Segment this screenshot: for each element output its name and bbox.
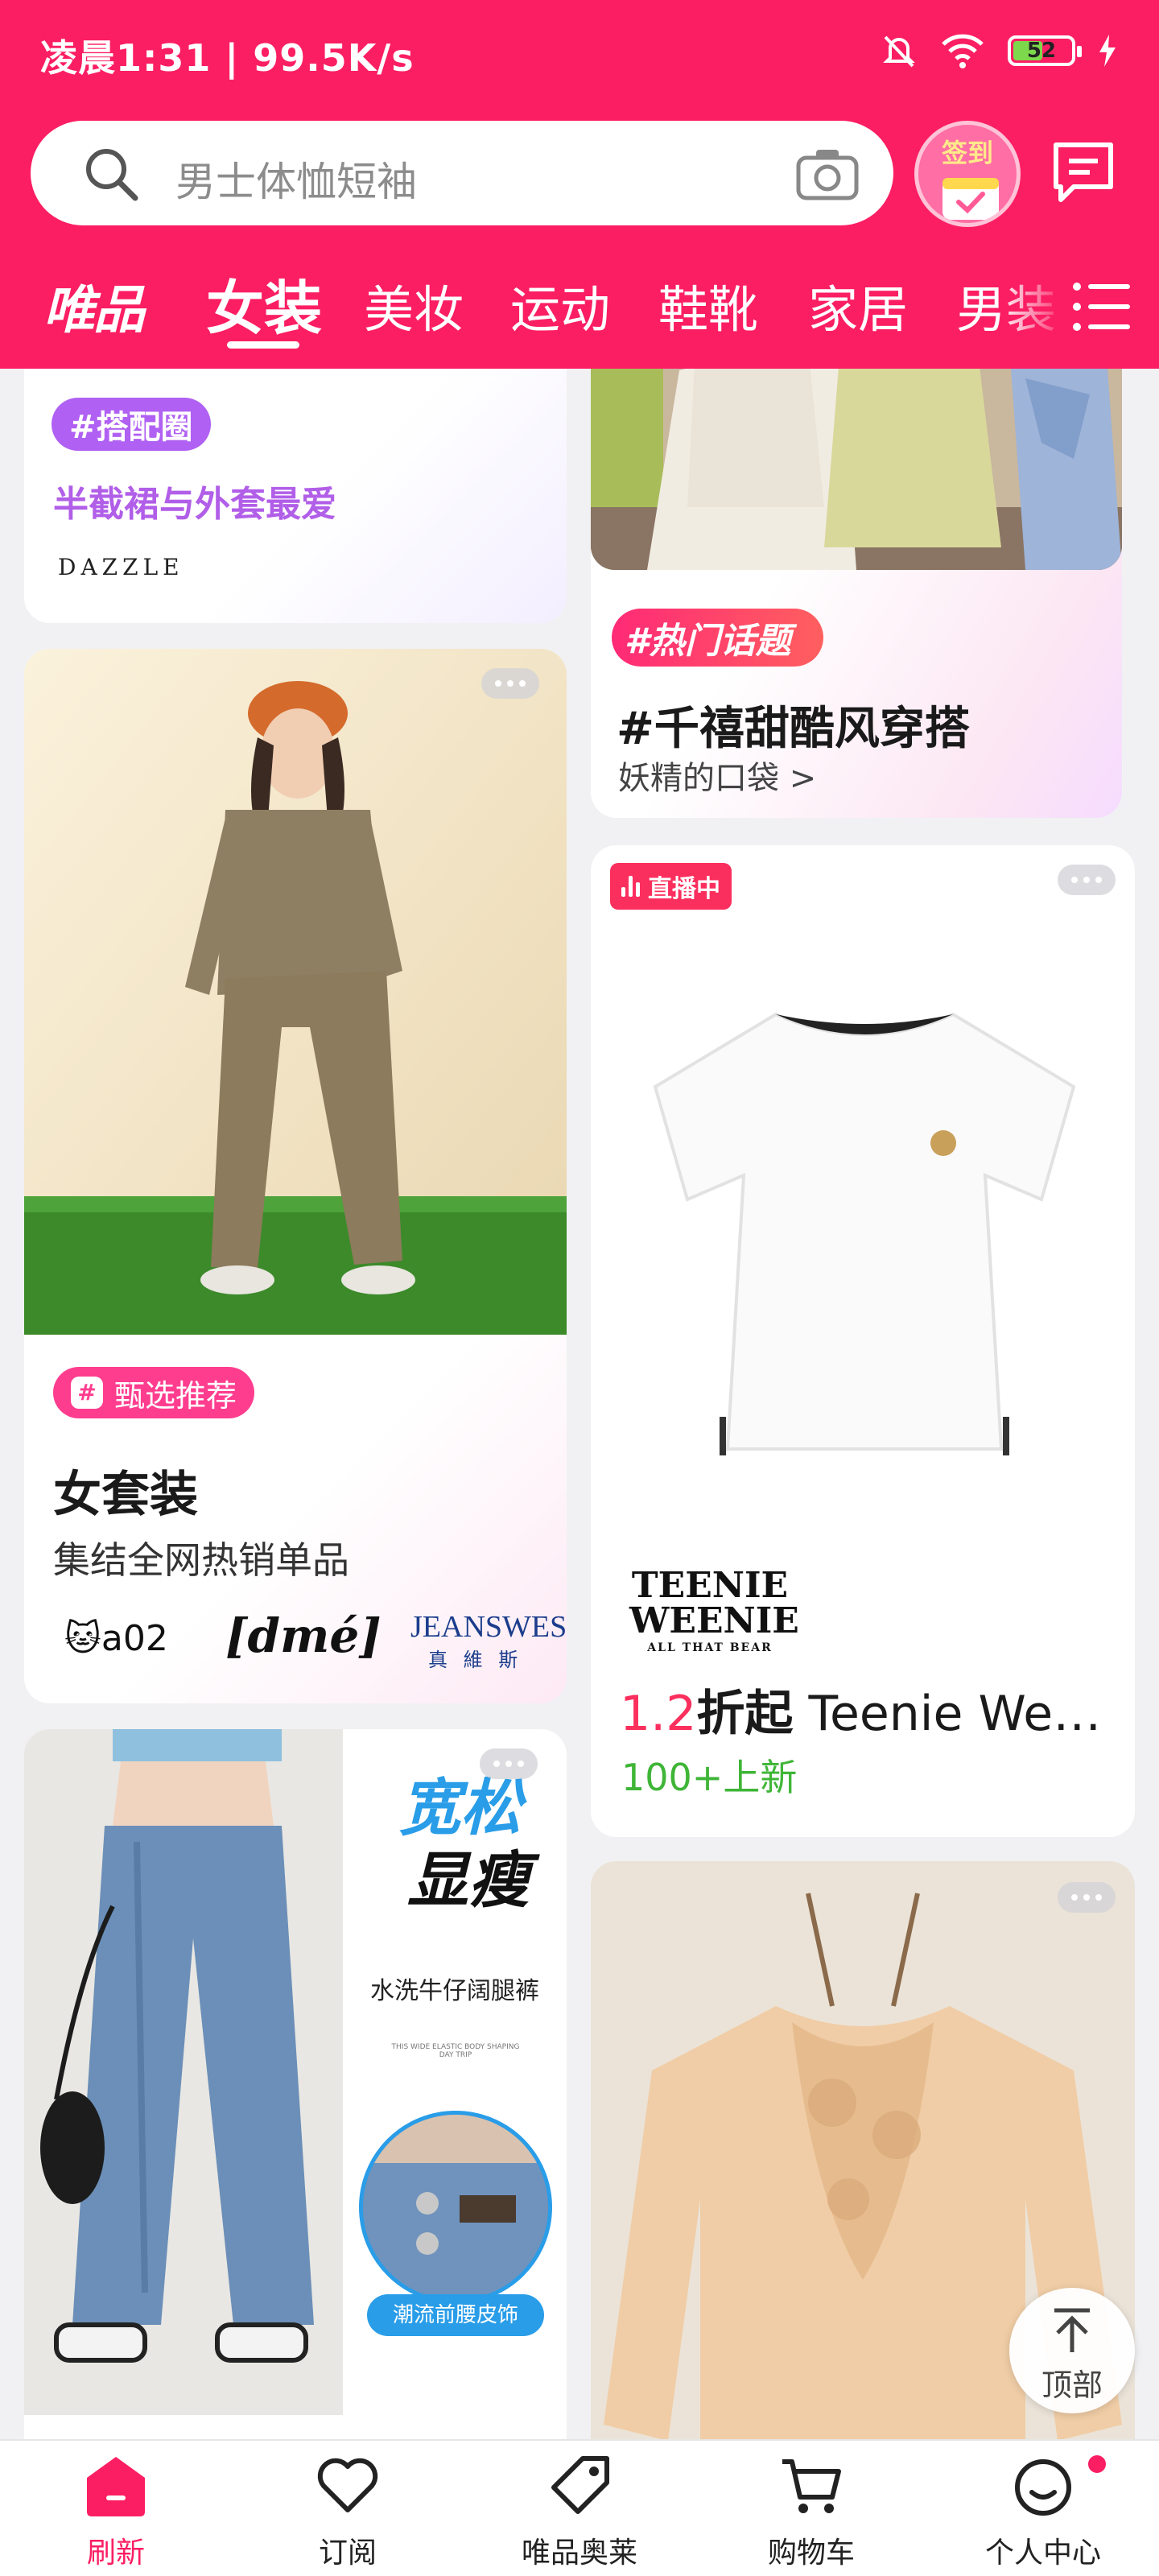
tab-cart[interactable]: 购物车 bbox=[715, 2441, 908, 2576]
hash-icon: # bbox=[71, 1377, 103, 1409]
jeans-detail-circle bbox=[359, 2111, 552, 2304]
brand-logo-jeanswest-cn: 真 維 斯 bbox=[428, 1649, 523, 1671]
jeans-product-name: 水洗牛仔阔腿裤 bbox=[370, 1977, 539, 2005]
hot-topic-tag: #热门话题 bbox=[612, 609, 823, 667]
tag-icon bbox=[551, 2456, 609, 2514]
tab-sports[interactable]: 运动 bbox=[510, 269, 610, 341]
jeans-photo bbox=[24, 1729, 343, 2415]
brand-logos: 🐱a02 [dmé] JEANSWEST 真 維 斯 bbox=[64, 1608, 567, 1673]
wifi-icon bbox=[942, 34, 984, 68]
brand-logo-jeanswest: JEANSWEST bbox=[410, 1610, 567, 1644]
signin-label: 签到 bbox=[941, 138, 993, 168]
tab-refresh[interactable]: 刷新 bbox=[19, 2441, 212, 2576]
tee-new-count: 100+上新 bbox=[621, 1756, 798, 1799]
jeans-headline-2: 显瘦 bbox=[407, 1844, 530, 1916]
dazzle-logo: DAZZLE bbox=[58, 554, 184, 580]
tab-profile-label: 个人中心 bbox=[984, 2537, 1101, 2570]
battery-icon: 52 bbox=[1008, 35, 1082, 66]
tab-outlet[interactable]: 唯品奥莱 bbox=[483, 2441, 676, 2576]
smiley-icon bbox=[1015, 2459, 1071, 2516]
topic-subtitle-link[interactable]: 妖精的口袋 > bbox=[618, 752, 816, 799]
women-set-subtitle: 集结全网热销单品 bbox=[53, 1538, 349, 1582]
tab-cart-label: 购物车 bbox=[767, 2537, 855, 2570]
women-set-info: #甄选推荐 女套装 集结全网热销单品 🐱a02 [dmé] JEANSWEST … bbox=[24, 1335, 567, 1703]
status-bar: 凌晨1:31 | 99.5K/s 52 bbox=[0, 0, 1159, 105]
search-placeholder: 男士体恤短袖 bbox=[175, 159, 417, 205]
curated-tag: # 甄选推荐 bbox=[53, 1367, 255, 1418]
signin-button[interactable]: 签到 bbox=[914, 121, 1021, 227]
women-set-card[interactable]: #甄选推荐 女套装 集结全网热销单品 🐱a02 [dmé] JEANSWEST … bbox=[24, 649, 567, 1703]
top-header: 凌晨1:31 | 99.5K/s 52 男士体恤短袖 签到 唯品 女装 美妆 运… bbox=[0, 0, 1159, 369]
topic-title: #千禧甜酷风穿搭 bbox=[617, 703, 970, 755]
tab-beauty[interactable]: 美妆 bbox=[364, 269, 464, 341]
search-bar[interactable]: 男士体恤短袖 bbox=[31, 121, 893, 225]
camera-icon[interactable] bbox=[795, 147, 860, 201]
back-to-top-button[interactable]: 顶部 bbox=[1009, 2288, 1135, 2413]
live-badge: 直播中 bbox=[610, 863, 732, 910]
category-nav: 唯品 女装 美妆 运动 鞋靴 家居 男装 bbox=[0, 254, 1159, 351]
outfit-circle-card[interactable]: #搭配圈 半截裙与外套最爱 DAZZLE bbox=[24, 346, 567, 623]
jeans-more-button[interactable] bbox=[480, 1748, 538, 1779]
jeans-headline-1: 宽松 bbox=[399, 1772, 522, 1843]
brand-logo-dme: [dmé] bbox=[225, 1608, 382, 1663]
battery-level: 52 bbox=[1026, 39, 1057, 63]
hot-topic-card[interactable]: #热门话题 #千禧甜酷风穿搭 妖精的口袋 > bbox=[591, 346, 1122, 818]
teenie-weenie-logo: TEENIE WEENIE ALL THAT BEAR bbox=[629, 1565, 799, 1654]
bottom-tab-bar: 刷新 订阅 唯品奥莱 购物车 个人中心 bbox=[0, 2439, 1159, 2576]
charging-bolt-icon bbox=[1099, 35, 1116, 67]
status-time-speed: 凌晨1:31 | 99.5K/s bbox=[40, 36, 415, 80]
tab-home[interactable]: 家居 bbox=[808, 269, 908, 341]
tab-women[interactable]: 女装 bbox=[206, 261, 322, 345]
active-tab-underline bbox=[227, 341, 299, 349]
women-set-more-button[interactable] bbox=[481, 668, 539, 699]
tab-subscribe-label: 订阅 bbox=[318, 2537, 377, 2570]
message-icon[interactable] bbox=[1050, 138, 1117, 206]
nav-brand-vip[interactable]: 唯品 bbox=[43, 269, 145, 343]
search-icon bbox=[86, 149, 138, 201]
arrow-up-icon bbox=[1054, 2308, 1090, 2352]
jeans-detail-label: 潮流前腰皮饰 bbox=[367, 2294, 544, 2336]
tee-photo bbox=[623, 934, 1106, 1481]
cart-icon bbox=[782, 2459, 841, 2513]
outfit-circle-tag: #搭配圈 bbox=[52, 398, 211, 451]
mute-bell-icon bbox=[883, 35, 915, 68]
tee-live-card[interactable]: 直播中 TEENIE WEENIE ALL THAT BEAR 1.2折起 Te… bbox=[591, 845, 1135, 1837]
calendar-check-icon bbox=[942, 178, 999, 220]
live-bars-icon bbox=[621, 876, 640, 897]
jeans-ad-card[interactable]: 宽松 显瘦 水洗牛仔阔腿裤 THIS WIDE ELASTIC BODY SHA… bbox=[24, 1729, 567, 2454]
women-set-title: 女套装 bbox=[53, 1467, 198, 1523]
heart-icon bbox=[317, 2458, 378, 2512]
tab-subscribe[interactable]: 订阅 bbox=[251, 2441, 444, 2576]
tee-more-button[interactable] bbox=[1058, 865, 1116, 895]
notification-dot bbox=[1088, 2455, 1106, 2473]
tab-profile[interactable]: 个人中心 bbox=[947, 2441, 1140, 2576]
outfit-circle-subtitle: 半截裙与外套最爱 bbox=[53, 484, 336, 525]
home-icon bbox=[87, 2457, 145, 2516]
blouse-more-button[interactable] bbox=[1058, 1882, 1116, 1913]
jeans-ad-side: 宽松 显瘦 水洗牛仔阔腿裤 THIS WIDE ELASTIC BODY SHA… bbox=[343, 1729, 567, 2415]
status-icons: 52 bbox=[881, 32, 1117, 69]
tab-outlet-label: 唯品奥莱 bbox=[521, 2537, 637, 2570]
tab-refresh-label: 刷新 bbox=[86, 2537, 145, 2570]
topic-photo bbox=[591, 346, 1122, 570]
category-menu-icon[interactable] bbox=[1070, 279, 1133, 335]
tee-title: 1.2折起 Teenie Weenie 小熊 bbox=[620, 1686, 1119, 1742]
back-to-top-label: 顶部 bbox=[1041, 2368, 1103, 2403]
brand-logo-a02: 🐱a02 bbox=[64, 1618, 168, 1659]
jeans-fine-print: THIS WIDE ELASTIC BODY SHAPING DAY TRIP bbox=[391, 2043, 520, 2059]
women-set-photo bbox=[24, 649, 567, 1335]
tab-shoes[interactable]: 鞋靴 bbox=[658, 269, 758, 341]
